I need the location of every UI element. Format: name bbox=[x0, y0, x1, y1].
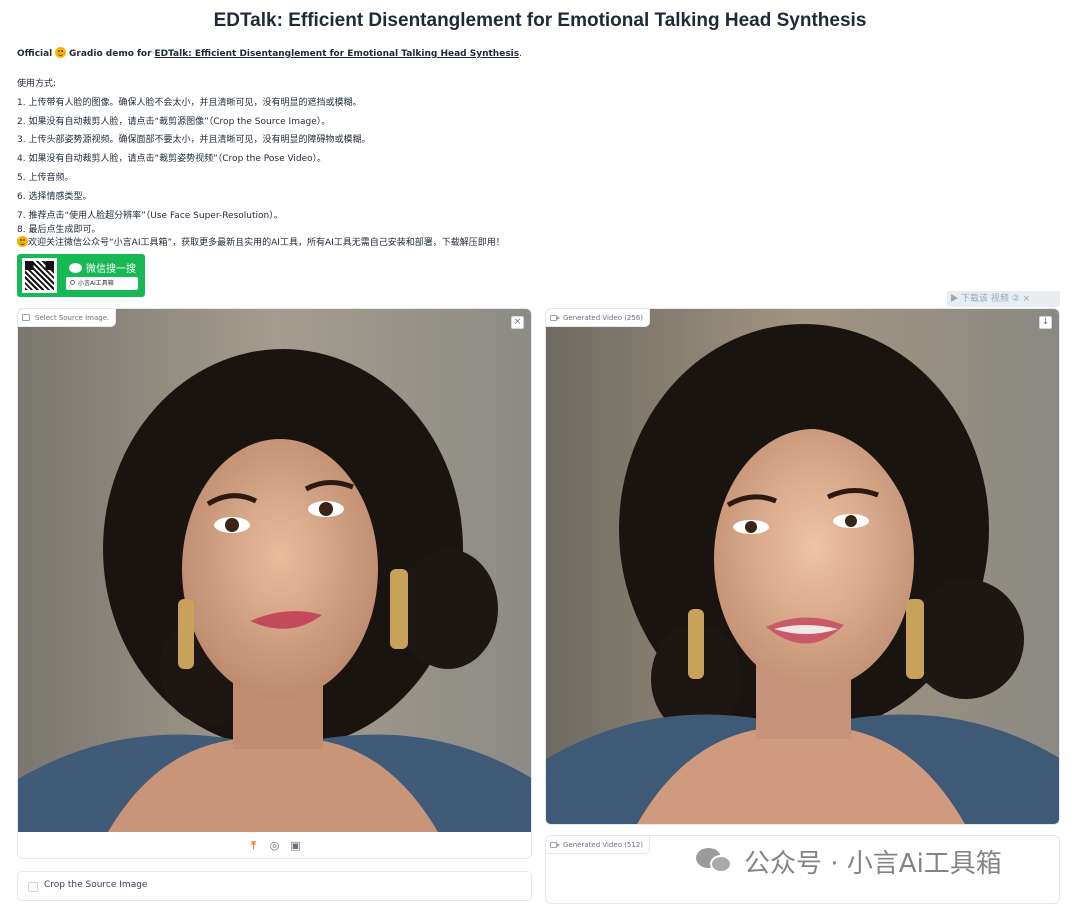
video-camera-icon bbox=[550, 842, 560, 848]
webcam-icon[interactable]: ◎ bbox=[269, 840, 281, 852]
gradio-demo-label: Gradio demo for bbox=[69, 49, 152, 59]
smile-emoji-icon bbox=[55, 47, 67, 58]
wechat-icon bbox=[69, 263, 82, 273]
usage-step: 7. 推荐点击“使用人脸超分辨率”（Use Face Super-Resolut… bbox=[17, 210, 283, 221]
image-icon bbox=[22, 314, 30, 321]
clipboard-icon[interactable]: ▣ bbox=[290, 840, 302, 852]
play-icon bbox=[951, 294, 958, 302]
crop-source-label: Crop the Source Image bbox=[44, 880, 148, 890]
generated-video-frame[interactable] bbox=[546, 309, 1059, 824]
crop-source-image-option[interactable]: Crop the Source Image bbox=[17, 871, 532, 901]
usage-step: 4. 如果没有自动裁剪人脸，请点击“裁剪姿势视频”（Crop the Pose … bbox=[17, 154, 327, 165]
promo-text: 欢迎关注微信公众号“小言AI工具箱”，获取更多最新且实用的AI工具，所有AI工具… bbox=[28, 238, 505, 249]
video-camera-icon bbox=[550, 315, 560, 321]
promo-line: 欢迎关注微信公众号“小言AI工具箱”，获取更多最新且实用的AI工具，所有AI工具… bbox=[17, 236, 505, 249]
usage-step: 6. 选择情感类型。 bbox=[17, 191, 92, 202]
source-toolbar: ⤒ ◎ ▣ bbox=[18, 833, 531, 858]
crop-source-checkbox[interactable] bbox=[28, 882, 38, 892]
close-button[interactable]: × bbox=[511, 316, 524, 329]
usage-step: 5. 上传音频。 bbox=[17, 172, 74, 183]
paper-link[interactable]: EDTalk: Efficient Disentanglement for Em… bbox=[154, 49, 519, 59]
usage-step: 2. 如果没有自动裁剪人脸，请点击“裁剪源图像”（Crop the Source… bbox=[17, 116, 331, 127]
generated-video-256-label: Generated Video (256) bbox=[546, 309, 651, 327]
usage-step: 1. 上传带有人脸的图像。确保人脸不会太小，并且清晰可见，没有明显的遮挡或模糊。 bbox=[17, 97, 362, 108]
page-title: EDTalk: Efficient Disentanglement for Em… bbox=[213, 10, 867, 31]
usage-heading: 使用方式: bbox=[17, 79, 57, 89]
source-portrait-image bbox=[18, 309, 531, 832]
usage-step: 3. 上传头部姿势源视频。确保面部不要太小，并且清晰可见，没有明显的障碍物或模糊… bbox=[17, 135, 371, 146]
usage-instructions: 使用方式: 1. 上传带有人脸的图像。确保人脸不会太小，并且清晰可见，没有明显的… bbox=[17, 75, 505, 249]
intro-line: Official Gradio demo for EDTalk: Efficie… bbox=[17, 47, 522, 59]
wechat-watermark: 公众号 · 小言Ai工具箱 bbox=[696, 844, 1002, 879]
source-image-panel[interactable]: Select Source Image. × ⤒ ◎ ▣ bbox=[17, 308, 532, 859]
wechat-search-label: 微信搜一搜 bbox=[69, 260, 136, 275]
smile-emoji-icon bbox=[17, 236, 28, 248]
watermark-text: 公众号 · 小言Ai工具箱 bbox=[744, 848, 1002, 879]
wechat-search-box: 小言Ai工具箱 bbox=[66, 277, 138, 290]
search-icon bbox=[70, 280, 75, 285]
download-video-overlay[interactable]: 下载该 视频 ② × bbox=[947, 291, 1060, 307]
source-image-label: Select Source Image. bbox=[18, 309, 117, 327]
generated-video-512-label: Generated Video (512) bbox=[546, 836, 651, 854]
usage-step: 8. 最后点生成即可。 bbox=[17, 225, 101, 236]
upload-icon[interactable]: ⤒ bbox=[248, 840, 260, 852]
qr-code-icon bbox=[22, 258, 57, 293]
intro-period: . bbox=[519, 49, 522, 59]
wechat-search-banner[interactable]: 微信搜一搜 小言Ai工具箱 bbox=[17, 254, 145, 297]
generated-video-256-panel[interactable]: Generated Video (256) ↓ bbox=[545, 308, 1060, 825]
download-button[interactable]: ↓ bbox=[1039, 316, 1052, 329]
wechat-logo-icon bbox=[696, 846, 736, 876]
official-label: Official bbox=[17, 49, 53, 59]
